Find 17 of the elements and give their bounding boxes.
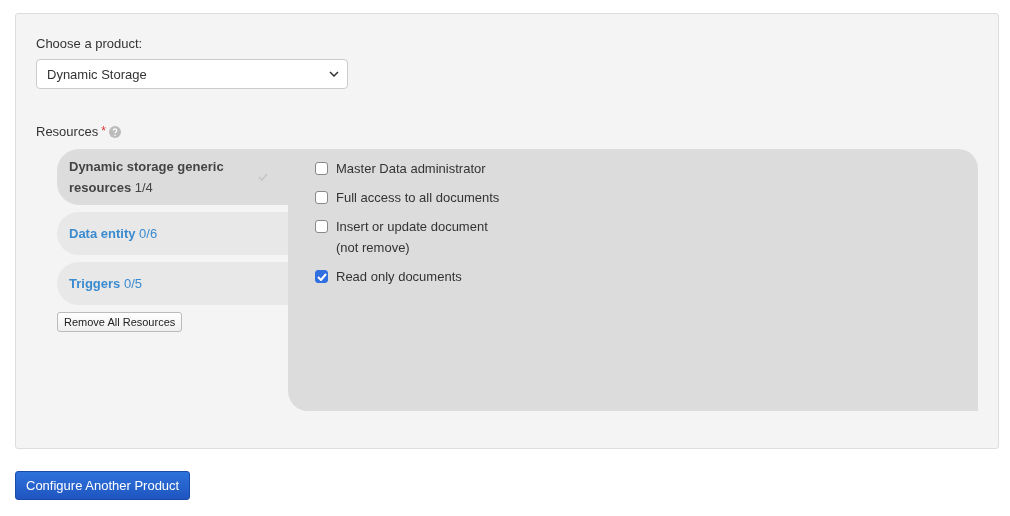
chevron-down-icon <box>329 71 339 77</box>
option-label: Full access to all documents <box>336 189 500 207</box>
help-icon[interactable] <box>108 125 121 138</box>
option-label: Insert or update document (not remove) <box>336 218 489 257</box>
product-select[interactable]: Dynamic Storage <box>36 59 348 89</box>
configure-button[interactable]: Configure Another Product <box>15 471 191 500</box>
remove-all-button[interactable]: Remove All Resources <box>57 312 183 332</box>
field-label: Choose a product: <box>36 36 144 51</box>
option-label: Master Data administrator <box>336 160 486 178</box>
field-label: Resources <box>36 124 99 139</box>
required-mark: * <box>101 124 106 138</box>
category-tab[interactable]: Dynamic storage generic resources 1/4 <box>57 149 288 205</box>
checkbox[interactable] <box>315 162 328 175</box>
checkbox[interactable] <box>315 191 328 204</box>
checkbox[interactable] <box>315 270 328 283</box>
option-label: Read only documents <box>336 268 462 286</box>
checkbox[interactable] <box>315 220 328 233</box>
